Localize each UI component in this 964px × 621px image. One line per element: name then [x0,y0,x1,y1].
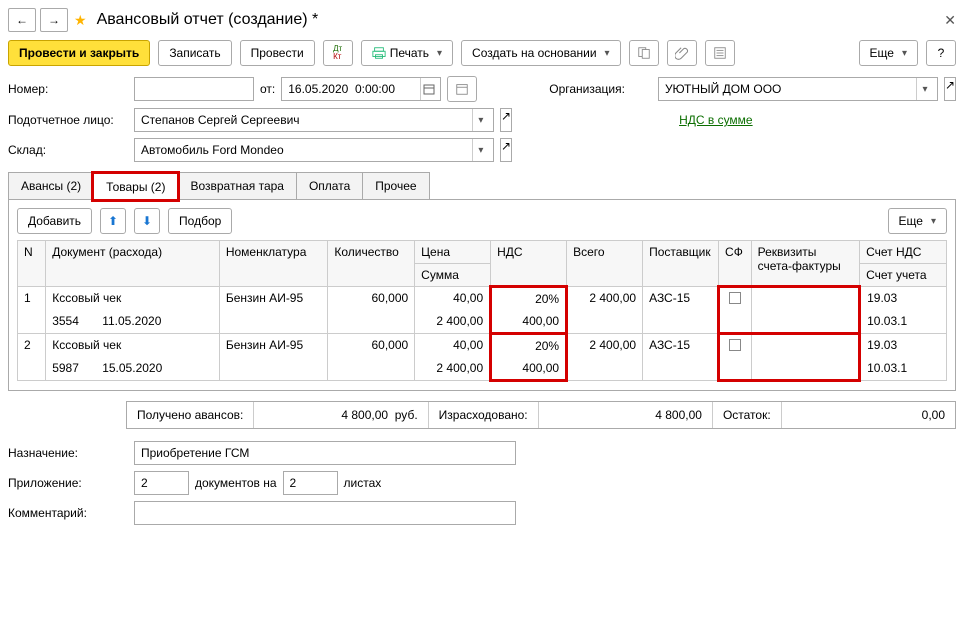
related-docs-button[interactable] [629,40,659,66]
attach-button[interactable] [667,40,697,66]
move-down-button[interactable]: ⬇ [134,208,160,234]
dtkt-button[interactable]: ДтКт [323,40,353,66]
add-row-button[interactable]: Добавить [17,208,92,234]
org-open-button[interactable]: ↗ [944,77,956,101]
goods-table: N Документ (расхода) Номенклатура Количе… [17,240,947,382]
attach-label: Приложение: [8,476,128,490]
page-title: Авансовый отчет (создание) * [97,11,319,29]
person-input[interactable]: ▾ [134,108,494,132]
from-label: от: [260,82,275,96]
pick-button[interactable]: Подбор [168,208,232,234]
col-sum[interactable]: Сумма [415,264,491,287]
balance-label: Остаток: [713,402,782,428]
comment-input[interactable] [134,501,516,525]
col-total[interactable]: Всего [567,241,643,287]
table-row[interactable]: 2Кссовый чекБензин АИ-9560,00040,0020%2 … [18,334,947,358]
adv-label: Получено авансов: [127,402,254,428]
vat-link[interactable]: НДС в сумме [679,113,753,127]
purpose-input[interactable] [134,441,516,465]
paperclip-icon [675,46,689,60]
docs-icon [637,46,651,60]
person-dropdown-icon[interactable]: ▾ [472,109,489,131]
col-n[interactable]: N [18,241,46,287]
col-vat[interactable]: НДС [491,241,567,287]
nav-back-button[interactable]: ← [8,8,36,32]
calendar-lg-icon [455,82,469,96]
calendar-popup-button[interactable] [447,76,477,102]
calendar-icon[interactable] [420,78,436,100]
tab-other[interactable]: Прочее [362,172,429,199]
print-button[interactable]: Печать [361,40,453,66]
date-input[interactable] [281,77,441,101]
org-input[interactable]: ▾ [658,77,938,101]
col-acct[interactable]: Счет учета [860,264,947,287]
report-button[interactable] [705,40,735,66]
post-button[interactable]: Провести [240,40,315,66]
summary-bar: Получено авансов: 4 800,00 руб. Израсход… [126,401,956,429]
more-button[interactable]: Еще [859,40,918,66]
person-open-button[interactable]: ↗ [500,108,512,132]
warehouse-label: Склад: [8,143,128,157]
col-sf-details[interactable]: Реквизиты счета-фактуры [751,241,860,287]
tab-payment[interactable]: Оплата [296,172,363,199]
table-more-button[interactable]: Еще [888,208,947,234]
col-doc[interactable]: Документ (расхода) [46,241,220,287]
table-row[interactable]: 1Кссовый чекБензин АИ-9560,00040,0020%2 … [18,287,947,311]
org-label: Организация: [549,82,625,96]
list-icon [713,46,727,60]
col-supplier[interactable]: Поставщик [643,241,719,287]
move-up-button[interactable]: ⬆ [100,208,126,234]
person-label: Подотчетное лицо: [8,113,128,127]
attach-docs-input[interactable] [134,471,189,495]
col-nomen[interactable]: Номенклатура [219,241,328,287]
sf-checkbox[interactable] [729,292,741,304]
col-price[interactable]: Цена [415,241,491,264]
purpose-label: Назначение: [8,446,128,460]
nav-fwd-button[interactable]: → [40,8,68,32]
tab-goods[interactable]: Товары (2) [93,173,178,200]
create-based-button[interactable]: Создать на основании [461,40,621,66]
org-dropdown-icon[interactable]: ▾ [916,78,933,100]
printer-icon [372,46,386,60]
col-acct-vat[interactable]: Счет НДС [860,241,947,264]
warehouse-dropdown-icon[interactable]: ▾ [472,139,489,161]
sf-checkbox[interactable] [729,339,741,351]
post-and-close-button[interactable]: Провести и закрыть [8,40,150,66]
number-input[interactable] [134,77,254,101]
col-qty[interactable]: Количество [328,241,415,287]
comment-label: Комментарий: [8,506,128,520]
warehouse-open-button[interactable]: ↗ [500,138,512,162]
write-button[interactable]: Записать [158,40,231,66]
attach-pages-input[interactable] [283,471,338,495]
tab-tare[interactable]: Возвратная тара [177,172,297,199]
warehouse-input[interactable]: ▾ [134,138,494,162]
help-button[interactable]: ? [926,40,956,66]
col-sf[interactable]: СФ [719,241,752,287]
number-label: Номер: [8,82,128,96]
spent-label: Израсходовано: [429,402,539,428]
favorite-icon[interactable]: ★ [74,12,87,29]
close-icon[interactable]: ✕ [944,12,956,29]
tab-advances[interactable]: Авансы (2) [8,172,94,199]
